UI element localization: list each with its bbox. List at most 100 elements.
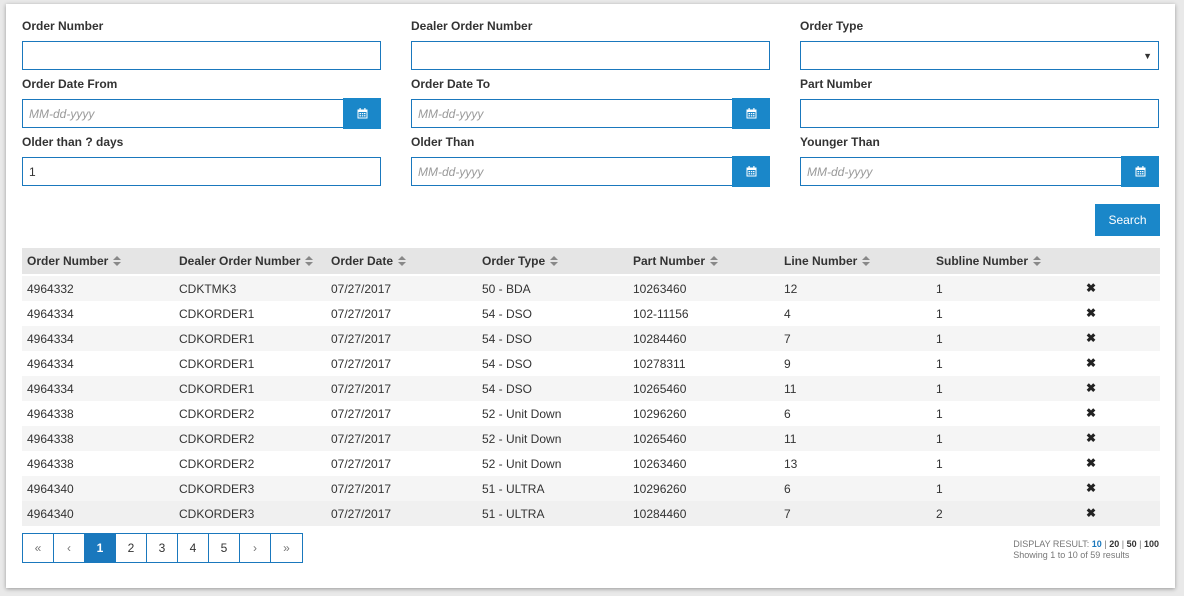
search-button[interactable]: Search xyxy=(1095,204,1160,236)
older-than-days-value: 1 xyxy=(29,164,36,179)
delete-row-close-icon[interactable]: ✖ xyxy=(1086,326,1096,351)
older-than-input[interactable]: MM-dd-yyyy xyxy=(411,157,733,186)
cell-part-number: 10263460 xyxy=(633,457,687,471)
cell-order-type: 51 - ULTRA xyxy=(482,482,545,496)
page-button-4[interactable]: 4 xyxy=(178,534,209,562)
display-result-label: DISPLAY RESULT: xyxy=(1013,539,1090,549)
cell-line-number: 6 xyxy=(784,407,791,421)
delete-row-close-icon[interactable]: ✖ xyxy=(1086,276,1096,301)
cell-part-number: 10284460 xyxy=(633,507,687,521)
dealer-order-number-input[interactable] xyxy=(411,41,770,70)
column-header-subline-number[interactable]: Subline Number xyxy=(936,248,1042,274)
cell-subline-number: 1 xyxy=(936,382,943,396)
cell-order-type: 54 - DSO xyxy=(482,357,533,371)
order-date-from-label: Order Date From xyxy=(22,77,118,91)
delete-row-close-icon[interactable]: ✖ xyxy=(1086,426,1096,451)
column-header-label: Dealer Order Number xyxy=(179,254,301,268)
delete-row-close-icon[interactable]: ✖ xyxy=(1086,451,1096,476)
column-header-order-type[interactable]: Order Type xyxy=(482,248,559,274)
cell-order-type: 54 - DSO xyxy=(482,382,533,396)
cell-part-number: 10265460 xyxy=(633,432,687,446)
page-size-10[interactable]: 10 xyxy=(1092,539,1102,549)
table-row: 4964340 CDKORDER3 07/27/2017 51 - ULTRA … xyxy=(22,501,1160,526)
cell-order-date: 07/27/2017 xyxy=(331,307,392,321)
table-row: 4964338 CDKORDER2 07/27/2017 52 - Unit D… xyxy=(22,426,1160,451)
delete-row-close-icon[interactable]: ✖ xyxy=(1086,501,1096,526)
first-page-button[interactable]: « xyxy=(23,534,54,562)
page-button-1[interactable]: 1 xyxy=(85,534,116,562)
cell-dealer-order-number: CDKORDER3 xyxy=(179,482,255,496)
sort-icon xyxy=(1033,256,1042,267)
table-row: 4964334 CDKORDER1 07/27/2017 54 - DSO 10… xyxy=(22,351,1160,376)
order-search-panel: Order Number Dealer Order Number Order T… xyxy=(6,4,1175,588)
order-number-input[interactable] xyxy=(22,41,381,70)
calendar-icon xyxy=(746,108,756,119)
cell-subline-number: 1 xyxy=(936,282,943,296)
sort-icon xyxy=(550,256,559,267)
table-row: 4964332 CDKTMK3 07/27/2017 50 - BDA 1026… xyxy=(22,276,1160,301)
cell-order-date: 07/27/2017 xyxy=(331,382,392,396)
cell-line-number: 7 xyxy=(784,507,791,521)
delete-row-close-icon[interactable]: ✖ xyxy=(1086,301,1096,326)
order-date-to-input[interactable]: MM-dd-yyyy xyxy=(411,99,733,128)
cell-order-date: 07/27/2017 xyxy=(331,282,392,296)
column-header-part-number[interactable]: Part Number xyxy=(633,248,719,274)
table-row: 4964334 CDKORDER1 07/27/2017 54 - DSO 10… xyxy=(22,301,1160,326)
sort-icon xyxy=(862,256,871,267)
next-page-button[interactable]: › xyxy=(240,534,271,562)
sort-icon xyxy=(398,256,407,267)
column-header-label: Part Number xyxy=(633,254,706,268)
column-header-order-date[interactable]: Order Date xyxy=(331,248,407,274)
cell-dealer-order-number: CDKORDER1 xyxy=(179,357,255,371)
cell-order-type: 52 - Unit Down xyxy=(482,407,562,421)
younger-than-label: Younger Than xyxy=(800,135,880,149)
delete-row-close-icon[interactable]: ✖ xyxy=(1086,376,1096,401)
cell-subline-number: 1 xyxy=(936,332,943,346)
table-row: 4964338 CDKORDER2 07/27/2017 52 - Unit D… xyxy=(22,451,1160,476)
last-page-button[interactable]: » xyxy=(271,534,302,562)
cell-subline-number: 1 xyxy=(936,482,943,496)
older-than-calendar-button[interactable] xyxy=(732,156,770,187)
column-header-order-number[interactable]: Order Number xyxy=(27,248,122,274)
older-than-days-label: Older than ? days xyxy=(22,135,124,149)
cell-part-number: 10278311 xyxy=(633,357,686,371)
page-size-100[interactable]: 100 xyxy=(1144,539,1159,549)
sort-icon xyxy=(305,256,314,267)
cell-order-date: 07/27/2017 xyxy=(331,407,392,421)
cell-subline-number: 1 xyxy=(936,357,943,371)
delete-row-close-icon[interactable]: ✖ xyxy=(1086,401,1096,426)
part-number-input[interactable] xyxy=(800,99,1159,128)
cell-order-number: 4964340 xyxy=(27,507,74,521)
younger-than-calendar-button[interactable] xyxy=(1121,156,1159,187)
cell-order-type: 51 - ULTRA xyxy=(482,507,545,521)
sort-icon xyxy=(710,256,719,267)
column-header-dealer-order-number[interactable]: Dealer Order Number xyxy=(179,248,314,274)
cell-order-number: 4964338 xyxy=(27,407,74,421)
younger-than-placeholder: MM-dd-yyyy xyxy=(807,164,873,179)
delete-row-close-icon[interactable]: ✖ xyxy=(1086,351,1096,376)
column-header-line-number[interactable]: Line Number xyxy=(784,248,871,274)
delete-row-close-icon[interactable]: ✖ xyxy=(1086,476,1096,501)
order-date-to-calendar-button[interactable] xyxy=(732,98,770,129)
page-size-50[interactable]: 50 xyxy=(1127,539,1137,549)
previous-page-button[interactable]: ‹ xyxy=(54,534,85,562)
older-than-days-input[interactable]: 1 xyxy=(22,157,381,186)
page-size-20[interactable]: 20 xyxy=(1109,539,1119,549)
order-type-select[interactable]: ▼ xyxy=(800,41,1159,70)
dealer-order-number-label: Dealer Order Number xyxy=(411,19,533,33)
page-button-3[interactable]: 3 xyxy=(147,534,178,562)
page-button-5[interactable]: 5 xyxy=(209,534,240,562)
page-button-2[interactable]: 2 xyxy=(116,534,147,562)
table-row: 4964340 CDKORDER3 07/27/2017 51 - ULTRA … xyxy=(22,476,1160,501)
cell-order-date: 07/27/2017 xyxy=(331,457,392,471)
order-date-to-label: Order Date To xyxy=(411,77,491,91)
order-date-from-calendar-button[interactable] xyxy=(343,98,381,129)
cell-dealer-order-number: CDKORDER2 xyxy=(179,432,255,446)
order-date-from-input[interactable]: MM-dd-yyyy xyxy=(22,99,344,128)
cell-order-number: 4964334 xyxy=(27,382,74,396)
cell-line-number: 11 xyxy=(784,382,797,396)
cell-order-type: 52 - Unit Down xyxy=(482,457,562,471)
younger-than-input[interactable]: MM-dd-yyyy xyxy=(800,157,1122,186)
separator: | xyxy=(1121,539,1125,549)
calendar-icon xyxy=(1135,166,1145,177)
